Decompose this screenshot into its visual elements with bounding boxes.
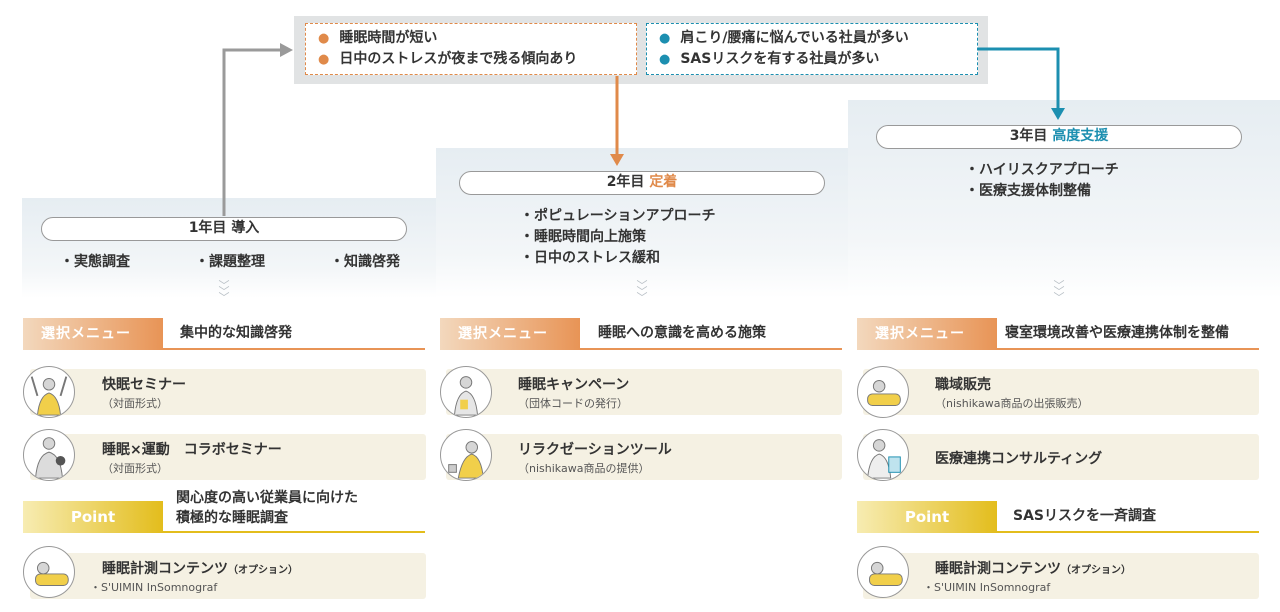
businessman-icon	[440, 366, 492, 418]
bullet-item: ・知識啓発	[330, 254, 400, 270]
point-desc-col1: 関心度の高い従業員に向けた 積極的な睡眠調査	[176, 490, 358, 526]
divider	[997, 348, 1259, 350]
item-subtitle: （団体コードの発行）	[518, 397, 628, 410]
point-desc-col3: SASリスクを一斉調査	[1013, 508, 1157, 524]
bullet-item: ・課題整理	[195, 254, 265, 270]
doctor-icon	[857, 429, 909, 481]
item-subtitle: （nishikawa商品の提供）	[518, 462, 650, 475]
menu-item-relaxation-tool[interactable]: リラクゼーションツール （nishikawa商品の提供）	[446, 434, 842, 480]
item-title: 医療連携コンサルティング	[935, 451, 1103, 467]
divider	[997, 531, 1259, 533]
item-title: リラクゼーションツール	[518, 442, 672, 458]
year3-bullets: ・ハイリスクアプローチ ・医療支援体制整備	[965, 160, 1119, 202]
point-tab-col1: Point	[23, 501, 163, 533]
chevron-down-icon: ﹀ ﹀ ﹀	[636, 279, 648, 304]
bullet-item: ・ハイリスクアプローチ	[965, 162, 1119, 178]
sleeping-person-icon	[23, 546, 75, 598]
menu-item-workplace-sales[interactable]: 職域販売 （nishikawa商品の出張販売）	[863, 369, 1259, 415]
sleeping-person-icon	[857, 546, 909, 598]
menu-item-medical-consulting[interactable]: 医療連携コンサルティング	[863, 434, 1259, 480]
relaxing-person-icon	[440, 429, 492, 481]
item-subtitle: ・S'UIMIN InSomnograf	[923, 581, 1051, 594]
menu-desc-col2: 睡眠への意識を高める施策	[598, 325, 766, 341]
item-subtitle: （対面形式）	[102, 397, 168, 410]
bullet-item: ・医療支援体制整備	[965, 183, 1091, 199]
year1-bullets: ・実態調査 ・課題整理 ・知識啓発	[60, 252, 400, 273]
point-item-sleep-measurement[interactable]: 睡眠計測コンテンツ（オプション） ・S'UIMIN InSomnograf	[30, 553, 426, 599]
arrow-year1-to-issues	[222, 48, 290, 216]
menu-item-sleep-exercise-seminar[interactable]: 睡眠×運動 コラボセミナー （対面形式）	[30, 434, 426, 480]
arrow-head-gray	[280, 43, 293, 57]
menu-tab-col3: 選択メニュー	[857, 318, 997, 350]
point-tab-col3: Point	[857, 501, 997, 533]
divider	[163, 531, 425, 533]
seminar-person-icon	[23, 366, 75, 418]
item-title: 睡眠キャンペーン	[518, 377, 630, 393]
bedding-icon	[857, 366, 909, 418]
chevron-down-icon: ﹀ ﹀ ﹀	[218, 279, 230, 304]
year3-pill: 3年目 高度支援	[876, 125, 1242, 149]
bullet-item: ・実態調査	[60, 254, 130, 270]
bullet-item: ・睡眠時間向上施策	[520, 229, 646, 245]
menu-desc-col1: 集中的な知識啓発	[180, 325, 292, 341]
chevron-down-icon: ﹀ ﹀ ﹀	[1053, 279, 1065, 304]
menu-tab-col2: 選択メニュー	[440, 318, 580, 350]
menu-tab-col1: 選択メニュー	[23, 318, 163, 350]
year1-pill: 1年目 導入	[41, 217, 407, 241]
menu-desc-col3: 寝室環境改善や医療連携体制を整備	[1005, 325, 1229, 341]
arrow-head-orange	[610, 154, 624, 166]
item-subtitle: （対面形式）	[102, 462, 168, 475]
item-title: 睡眠計測コンテンツ（オプション）	[935, 561, 1131, 577]
item-title: 睡眠計測コンテンツ（オプション）	[102, 561, 298, 577]
year2-bullets: ・ポピュレーションアプローチ ・睡眠時間向上施策 ・日中のストレス緩和	[520, 206, 715, 269]
item-title: 職域販売	[935, 377, 991, 393]
menu-item-sleep-campaign[interactable]: 睡眠キャンペーン （団体コードの発行）	[446, 369, 842, 415]
exercise-person-icon	[23, 429, 75, 481]
item-title: 睡眠×運動 コラボセミナー	[102, 442, 282, 458]
point-item-sleep-measurement[interactable]: 睡眠計測コンテンツ（オプション） ・S'UIMIN InSomnograf	[863, 553, 1259, 599]
bullet-item: ・ポピュレーションアプローチ	[520, 208, 716, 224]
year2-pill: 2年目 定着	[459, 171, 825, 195]
item-subtitle: （nishikawa商品の出張販売）	[935, 397, 1089, 410]
arrow-issues-to-year3	[978, 47, 1060, 112]
item-subtitle: ・S'UIMIN InSomnograf	[90, 581, 218, 594]
menu-item-sleep-seminar[interactable]: 快眠セミナー （対面形式）	[30, 369, 426, 415]
bullet-item: ・日中のストレス緩和	[520, 250, 660, 266]
item-title: 快眠セミナー	[102, 377, 186, 393]
divider	[163, 348, 425, 350]
divider	[580, 348, 842, 350]
arrow-head-blue	[1051, 108, 1065, 120]
